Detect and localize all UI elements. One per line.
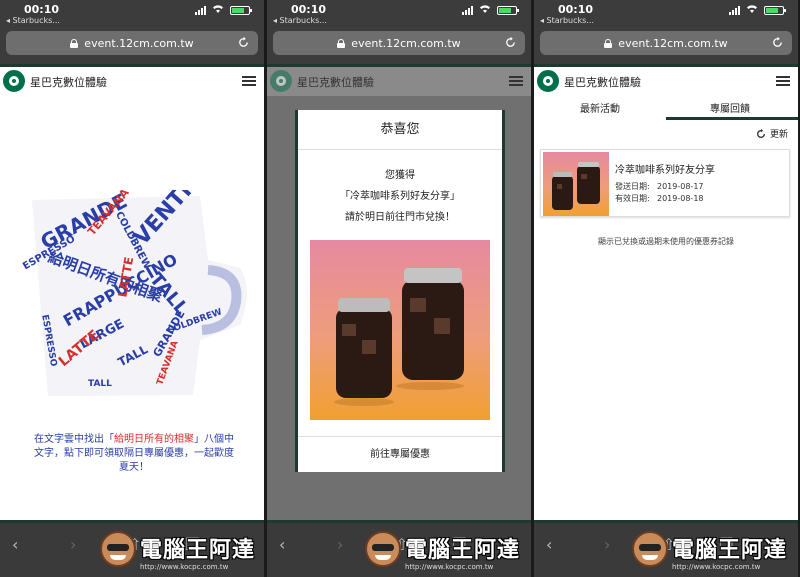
status-time: 00:10 (558, 3, 594, 16)
site-title: 星巴克數位體驗 (564, 76, 641, 89)
status-bar: 00:10 ◂ Starbucks... (534, 0, 798, 28)
reload-icon[interactable] (771, 36, 784, 49)
word-cloud-mug[interactable]: GRANDE VENTI TEAVANA COLDBREW ESPRESSO 給… (18, 190, 250, 400)
battery-icon (497, 6, 519, 15)
watermark-mascot-icon (632, 531, 668, 567)
hamburger-menu-icon (509, 76, 523, 86)
back-to-app-link[interactable]: ◂ Starbucks... (273, 16, 327, 25)
refresh-button[interactable]: 更新 (756, 127, 788, 140)
valid-date-value: 2019-08-18 (657, 194, 704, 203)
reload-icon[interactable] (237, 36, 250, 49)
battery-icon (764, 6, 786, 15)
status-time: 00:10 (291, 3, 327, 16)
browser-url-area: event.12cm.com.tw (534, 28, 798, 64)
lock-icon (70, 38, 79, 48)
go-to-offer-button[interactable]: 前往專屬優惠 (298, 436, 502, 472)
modal-line-2: 「冷萃咖啡系列好友分享」 (340, 191, 460, 202)
url-text: event.12cm.com.tw (351, 36, 461, 50)
back-arrow-icon[interactable]: ‹ (546, 535, 552, 554)
site-title: 星巴克數位體驗 (297, 76, 374, 89)
site-header: 星巴克數位體驗 (0, 64, 264, 96)
status-bar: 00:10 ◂ Starbucks... (267, 0, 531, 28)
issue-date-row: 發送日期: 2019-08-17 (615, 181, 704, 192)
congrats-modal: 恭喜您 您獲得 「冷萃咖啡系列好友分享」 請於明日前往門市兌換！ 前往專屬優惠 (295, 110, 505, 472)
signal-icon (462, 6, 473, 15)
lock-icon (337, 38, 346, 48)
screenshot-triptych: 00:10 ◂ Starbucks... event.12cm.com.tw 星… (0, 0, 800, 577)
wifi-icon (213, 5, 223, 13)
tab-bar: 最新活動 專屬回饋 (534, 96, 798, 120)
url-text: event.12cm.com.tw (84, 36, 194, 50)
status-time: 00:10 (24, 3, 60, 16)
phone-rewards-list: 00:10 ◂ Starbucks... event.12cm.com.tw 星… (534, 0, 798, 577)
tab-exclusive-rewards[interactable]: 專屬回饋 (710, 100, 750, 115)
modal-line-3: 請於明日前往門市兌換！ (345, 212, 455, 223)
valid-date-label: 有效日期: (615, 194, 650, 203)
address-bar[interactable]: event.12cm.com.tw (540, 31, 792, 55)
refresh-label: 更新 (769, 130, 788, 140)
watermark-mascot-icon (100, 531, 136, 567)
rewards-page: 最新活動 專屬回饋 更新 冷萃咖啡系列好友分享 發送日期: 2019-08-17… (534, 96, 798, 520)
valid-date-row: 有效日期: 2019-08-18 (615, 193, 704, 204)
hamburger-menu-icon[interactable] (242, 76, 256, 86)
wifi-icon (480, 5, 490, 13)
browser-toolbar: ‹ › ⇧ ❒ ⧉ 電腦王阿達 http://www.kocpc.com.tw (0, 520, 264, 577)
watermark-url: http://www.kocpc.com.tw (140, 563, 229, 571)
coupon-thumbnail (543, 152, 609, 216)
site-title: 星巴克數位體驗 (30, 76, 107, 89)
word-cloud-page: GRANDE VENTI TEAVANA COLDBREW ESPRESSO 給… (0, 96, 264, 520)
cold-brew-coffee-image (310, 240, 490, 420)
back-to-app-link[interactable]: ◂ Starbucks... (540, 16, 594, 25)
url-text: event.12cm.com.tw (618, 36, 728, 50)
hamburger-menu-icon[interactable] (776, 76, 790, 86)
watermark-url: http://www.kocpc.com.tw (672, 563, 761, 571)
active-tab-indicator (666, 117, 798, 120)
cloud-word: TALL (88, 379, 112, 389)
watermark-text: 電腦王阿達 (672, 538, 788, 563)
wifi-icon (747, 5, 757, 13)
watermark-url: http://www.kocpc.com.tw (405, 563, 494, 571)
forward-arrow-icon[interactable]: › (604, 535, 610, 554)
forward-arrow-icon[interactable]: › (70, 535, 76, 554)
address-bar[interactable]: event.12cm.com.tw (273, 31, 525, 55)
signal-icon (195, 6, 206, 15)
modal-title: 恭喜您 (298, 110, 502, 150)
browser-toolbar: ‹ › ⇧ ❒ ⧉ 電腦王阿達 http://www.kocpc.com.tw (534, 520, 798, 577)
site-header: 星巴克數位體驗 (267, 64, 531, 96)
tab-latest-events[interactable]: 最新活動 (580, 100, 620, 115)
browser-url-area: event.12cm.com.tw (267, 28, 531, 64)
watermark-text: 電腦王阿達 (405, 538, 521, 563)
back-arrow-icon[interactable]: ‹ (279, 535, 285, 554)
refresh-icon (757, 128, 765, 138)
browser-toolbar: ‹ › ⇧ ❒ ⧉ 電腦王阿達 http://www.kocpc.com.tw (267, 520, 531, 577)
address-bar[interactable]: event.12cm.com.tw (6, 31, 258, 55)
show-history-link[interactable]: 顯示已兌換或過期未使用的優惠券記錄 (534, 236, 798, 247)
reload-icon[interactable] (504, 36, 517, 49)
starbucks-logo-icon[interactable] (537, 70, 559, 92)
starbucks-logo-icon[interactable] (3, 70, 25, 92)
signal-icon (729, 6, 740, 15)
starbucks-logo-icon (270, 70, 292, 92)
issue-date-value: 2019-08-17 (657, 182, 704, 191)
watermark-mascot-icon (365, 531, 401, 567)
modal-overlay[interactable]: 恭喜您 您獲得 「冷萃咖啡系列好友分享」 請於明日前往門市兌換！ 前往專屬優惠 (267, 96, 531, 520)
site-header: 星巴克數位體驗 (534, 64, 798, 96)
browser-url-area: event.12cm.com.tw (0, 28, 264, 64)
status-bar: 00:10 ◂ Starbucks... (0, 0, 264, 28)
coupon-title: 冷萃咖啡系列好友分享 (615, 165, 715, 176)
issue-date-label: 發送日期: (615, 182, 650, 191)
word-cloud-instructions: 在文字雲中找出「給明日所有的相聚」八個中文字，點下即可領取隔日專屬優惠，一起歡度… (34, 434, 234, 473)
phone-word-cloud: 00:10 ◂ Starbucks... event.12cm.com.tw 星… (0, 0, 264, 577)
coupon-card[interactable]: 冷萃咖啡系列好友分享 發送日期: 2019-08-17 有效日期: 2019-08-… (540, 149, 790, 217)
highlight-phrase: 給明日所有的相聚 (114, 434, 194, 445)
modal-line-1: 您獲得 (385, 170, 415, 181)
lock-icon (604, 38, 613, 48)
battery-icon (230, 6, 252, 15)
back-arrow-icon[interactable]: ‹ (12, 535, 18, 554)
back-to-app-link[interactable]: ◂ Starbucks... (6, 16, 60, 25)
watermark-text: 電腦王阿達 (140, 538, 256, 563)
forward-arrow-icon[interactable]: › (337, 535, 343, 554)
phone-congrats-modal: 00:10 ◂ Starbucks... event.12cm.com.tw 星… (267, 0, 531, 577)
